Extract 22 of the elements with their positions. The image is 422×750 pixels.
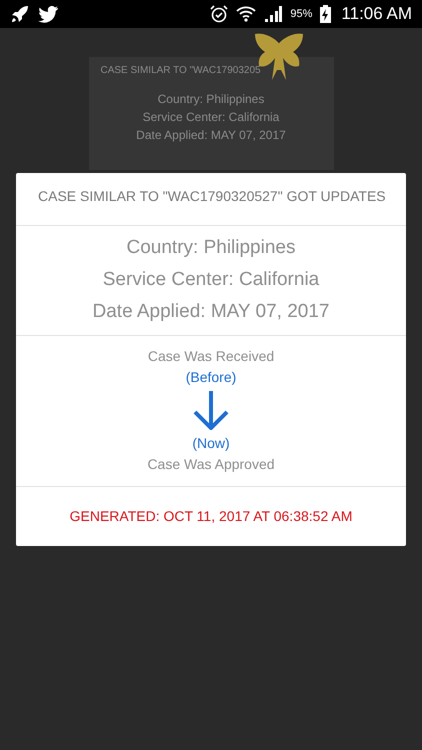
battery-percentage: 95% (290, 8, 312, 20)
current-status: Case Was Approved (147, 456, 275, 472)
before-label: (Before) (186, 369, 236, 385)
case-title: CASE SIMILAR TO "WAC17903205 (100, 65, 261, 76)
previous-status: Case Was Received (148, 348, 274, 364)
battery-charging-icon (320, 5, 332, 23)
case-detail: Date Applied: MAY 07, 2017 (136, 128, 286, 142)
wifi-icon (236, 5, 256, 23)
case-detail: Country: Philippines (126, 237, 296, 259)
bird-icon (38, 6, 58, 22)
case-detail: Country: Philippines (158, 92, 264, 106)
clock-time: 11:06 AM (341, 4, 412, 24)
case-detail: Service Center: California (102, 269, 320, 291)
dialog-title: CASE SIMILAR TO "WAC1790320527" GOT UPDATES (38, 188, 386, 204)
rocket-icon (10, 4, 30, 24)
case-detail: Date Applied: MAY 07, 2017 (92, 301, 330, 323)
alarm-clock-icon (210, 5, 228, 23)
down-arrow-icon (191, 390, 231, 430)
signal-icon (264, 6, 282, 22)
generated-timestamp: GENERATED: OCT 11, 2017 AT 06:38:52 AM (70, 508, 352, 524)
case-detail: Service Center: California (142, 110, 280, 124)
now-label: (Now) (192, 435, 230, 451)
